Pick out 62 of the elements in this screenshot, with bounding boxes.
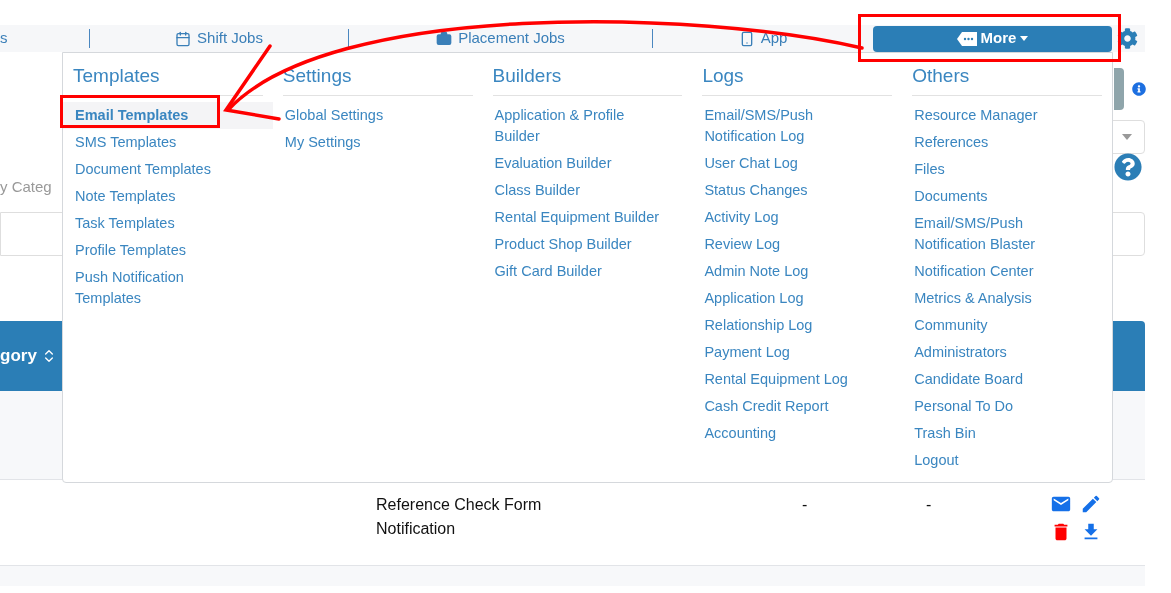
menu-item[interactable]: Rental Equipment Builder <box>492 204 665 231</box>
menu-heading: Logs <box>702 63 893 96</box>
menu-item[interactable]: Rental Equipment Log <box>702 366 875 393</box>
menu-item[interactable]: Files <box>912 156 1085 183</box>
menu-item[interactable]: Trash Bin <box>912 420 1085 447</box>
nav-link[interactable]: Shift Jobs <box>175 27 263 50</box>
menu-item[interactable]: Relationship Log <box>702 312 875 339</box>
menu-item[interactable]: Accounting <box>702 420 875 447</box>
briefcase-icon <box>436 30 453 47</box>
menu-item[interactable]: Admin Note Log <box>702 258 875 285</box>
menu-item[interactable]: My Settings <box>282 129 455 156</box>
menu-item[interactable]: User Chat Log <box>702 150 875 177</box>
menu-item[interactable]: Community <box>912 312 1085 339</box>
nav-link[interactable]: Placement Jobs <box>436 27 565 50</box>
menu-heading: Builders <box>492 63 683 96</box>
menu-item[interactable]: Metrics & Analysis <box>912 285 1085 312</box>
menu-item[interactable]: Notification Center <box>912 258 1085 285</box>
table-cell-text: - <box>802 495 809 515</box>
calendar-icon <box>175 30 192 47</box>
menu-item[interactable]: Resource Manager <box>912 102 1085 129</box>
nav-link[interactable]: s <box>0 27 8 50</box>
menu-item[interactable]: Administrators <box>912 339 1085 366</box>
menu-item[interactable]: Activity Log <box>702 204 875 231</box>
menu-item[interactable]: Documents <box>912 183 1085 210</box>
menu-heading: Settings <box>282 63 473 96</box>
menu-item[interactable]: Global Settings <box>282 102 455 129</box>
menu-item[interactable]: Evaluation Builder <box>492 150 665 177</box>
menu-item[interactable]: Personal To Do <box>912 393 1085 420</box>
menu-heading: Templates <box>73 63 263 96</box>
category-field[interactable]: y Categ <box>0 175 70 199</box>
tag-icon <box>956 31 977 46</box>
nav-link[interactable]: App <box>738 27 788 50</box>
menu-item[interactable]: Payment Log <box>702 339 875 366</box>
caret-icon <box>1020 36 1029 41</box>
menu-item[interactable]: Email/SMS/Push Notification Log <box>702 102 875 150</box>
menu-item[interactable]: Candidate Board <box>912 366 1085 393</box>
column-header[interactable]: gory <box>0 343 37 369</box>
menu-item[interactable]: Document Templates <box>73 156 245 183</box>
menu-item[interactable]: Application Log <box>702 285 875 312</box>
menu-item[interactable]: References <box>912 129 1085 156</box>
table-cell-text: - <box>926 495 933 515</box>
menu-item[interactable]: Profile Templates <box>73 237 245 264</box>
menu-item[interactable]: Application & Profile Builder <box>492 102 665 150</box>
edit-icon[interactable] <box>1080 493 1102 515</box>
menu-item[interactable]: Product Shop Builder <box>492 231 665 258</box>
menu-item[interactable]: Review Log <box>702 231 875 258</box>
menu-item[interactable]: Logout <box>912 447 1085 474</box>
menu-item[interactable]: Task Templates <box>73 210 245 237</box>
table-cell-text: Reference Check Form Notification <box>376 495 543 539</box>
caret-icon <box>1122 134 1132 140</box>
info-icon[interactable] <box>1132 82 1146 96</box>
menu-item[interactable]: Class Builder <box>492 177 665 204</box>
menu-item[interactable]: Note Templates <box>73 183 245 210</box>
menu-item[interactable]: Push Notification Templates <box>73 264 245 312</box>
menu-heading: Others <box>912 63 1102 96</box>
menu-item[interactable]: Cash Credit Report <box>702 393 875 420</box>
menu-item[interactable]: Gift Card Builder <box>492 258 665 285</box>
help-icon[interactable] <box>1114 153 1142 181</box>
more-button[interactable]: More <box>873 25 1112 52</box>
menu-item[interactable]: Email/SMS/Push Notification Blaster <box>912 210 1085 258</box>
menu-item[interactable]: SMS Templates <box>73 129 245 156</box>
menu-item[interactable]: Status Changes <box>702 177 875 204</box>
